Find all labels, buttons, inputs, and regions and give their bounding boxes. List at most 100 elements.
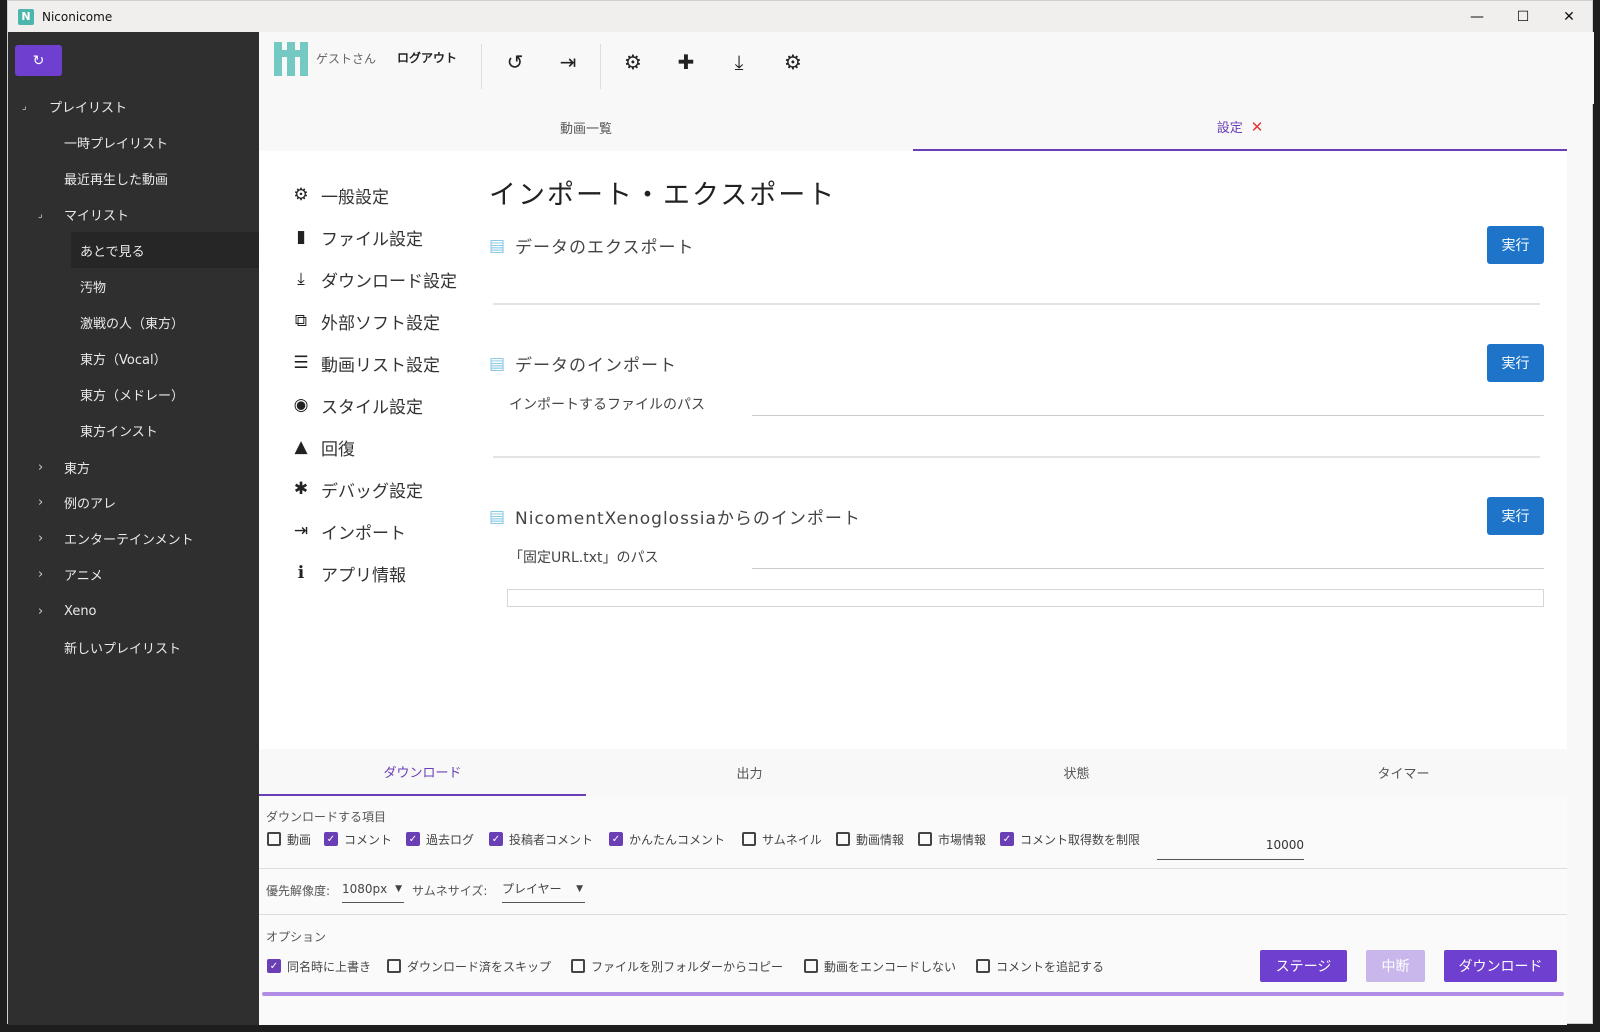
export-run-button[interactable]: 実行 bbox=[1487, 226, 1544, 264]
tree-item-playlist-root[interactable]: ⌟ プレイリスト bbox=[8, 88, 259, 124]
restart-icon[interactable]: ↺ bbox=[501, 48, 529, 76]
tree-item-touhou-medley[interactable]: 東方（メドレー） bbox=[8, 376, 259, 412]
checkbox-past-log[interactable]: ✓ 過去ログ bbox=[406, 831, 474, 847]
tree-item-label: 一時プレイリスト bbox=[64, 136, 169, 152]
download-button[interactable]: ダウンロード bbox=[1444, 950, 1557, 982]
file-import-icon: ▤ bbox=[489, 353, 507, 374]
file-export-icon: ▤ bbox=[489, 235, 507, 256]
import-path-input[interactable] bbox=[752, 415, 1544, 416]
checkbox-overwrite[interactable]: ✓ 同名時に上書き bbox=[267, 958, 371, 974]
checkbox-limit-comments[interactable]: ✓ コメント取得数を制限 bbox=[1000, 831, 1140, 847]
tree-item-anime[interactable]: › アニメ bbox=[8, 556, 259, 592]
checkbox-copy-from-folder[interactable]: ファイルを別フォルダーからコピー bbox=[571, 958, 783, 974]
tree-item-ofutsu[interactable]: 汚物 bbox=[8, 268, 259, 304]
tab-video-list[interactable]: 動画一覧 bbox=[259, 104, 913, 151]
tab-timer[interactable]: タイマー bbox=[1240, 749, 1567, 796]
tab-output[interactable]: 出力 bbox=[586, 749, 913, 796]
minimize-button[interactable]: — bbox=[1454, 1, 1500, 32]
export-icon[interactable]: ⇥ bbox=[554, 48, 582, 76]
checkbox-box bbox=[804, 959, 818, 973]
checkbox-box bbox=[918, 832, 932, 846]
stage-button[interactable]: ステージ bbox=[1260, 950, 1347, 982]
tree-item-entertainment[interactable]: › エンターテインメント bbox=[8, 520, 259, 556]
checkbox-video-info[interactable]: 動画情報 bbox=[836, 831, 904, 847]
checkbox-market-info[interactable]: 市場情報 bbox=[918, 831, 986, 847]
warning-icon: ▲ bbox=[294, 437, 308, 457]
tree-item-reinoare[interactable]: › 例のアレ bbox=[8, 484, 259, 520]
thumb-size-select[interactable]: プレイヤー ▼ bbox=[502, 875, 585, 903]
import-run-button[interactable]: 実行 bbox=[1487, 344, 1544, 382]
menu-debug-settings[interactable]: ✱ デバッグ設定 bbox=[291, 474, 423, 504]
checkbox-thumbnail[interactable]: サムネイル bbox=[742, 831, 822, 847]
tree-item-label: あとで見る bbox=[80, 244, 145, 260]
menu-recovery[interactable]: ▲ 回復 bbox=[291, 432, 355, 462]
puzzle-icon[interactable]: ✚ bbox=[672, 48, 700, 76]
tab-settings[interactable]: 設定 ✕ bbox=[913, 104, 1567, 151]
download-progress-bar bbox=[262, 992, 1564, 996]
checkbox-box: ✓ bbox=[324, 832, 338, 846]
resolution-select[interactable]: 1080px ▼ bbox=[342, 875, 404, 903]
menu-app-info[interactable]: ℹ アプリ情報 bbox=[291, 558, 406, 588]
thumb-size-label: サムネサイズ: bbox=[412, 884, 488, 898]
cancel-button[interactable]: 中断 bbox=[1366, 950, 1425, 982]
refresh-button[interactable]: ↻ bbox=[15, 45, 62, 76]
checkbox-easy-comment[interactable]: ✓ かんたんコメント bbox=[609, 831, 725, 847]
close-window-button[interactable]: ✕ bbox=[1546, 1, 1592, 32]
checkbox-video[interactable]: 動画 bbox=[267, 831, 311, 847]
menu-download-settings[interactable]: ⤓ ダウンロード設定 bbox=[291, 264, 457, 294]
checkbox-label: コメント bbox=[344, 832, 393, 847]
menu-import[interactable]: ⇥ インポート bbox=[291, 516, 406, 546]
expand-icon[interactable]: › bbox=[38, 495, 43, 510]
expand-icon[interactable]: › bbox=[38, 567, 43, 582]
checkbox-owner-comment[interactable]: ✓ 投稿者コメント bbox=[489, 831, 593, 847]
close-tab-icon[interactable]: ✕ bbox=[1251, 118, 1264, 136]
menu-style-settings[interactable]: ◉ スタイル設定 bbox=[291, 390, 423, 420]
tree-item-new-playlist[interactable]: 新しいプレイリスト bbox=[8, 629, 259, 665]
cogs-icon[interactable]: ⚙ bbox=[779, 48, 807, 76]
tab-download[interactable]: ダウンロード bbox=[259, 749, 586, 796]
tree-item-touhou-inst[interactable]: 東方インスト bbox=[8, 412, 259, 448]
tree-item-touhou[interactable]: › 東方 bbox=[8, 449, 259, 485]
download-icon[interactable]: ⤓ bbox=[725, 48, 753, 76]
refresh-icon: ↻ bbox=[32, 52, 45, 69]
tree-item-xeno[interactable]: › Xeno bbox=[8, 593, 259, 629]
maximize-button[interactable]: ☐ bbox=[1500, 1, 1546, 32]
window-title: Niconicome bbox=[42, 9, 113, 24]
tree-item-gekisen[interactable]: 激戦の人（東方） bbox=[8, 304, 259, 340]
menu-external-software[interactable]: ⧉ 外部ソフト設定 bbox=[291, 306, 440, 336]
export-section-title: ▤ データのエクスポート bbox=[489, 233, 695, 259]
xeno-run-button[interactable]: 実行 bbox=[1487, 497, 1544, 535]
menu-file-settings[interactable]: ▮ ファイル設定 bbox=[291, 222, 423, 252]
comment-limit-input[interactable]: 10000 bbox=[1157, 826, 1304, 860]
checkbox-no-encode[interactable]: 動画をエンコードしない bbox=[804, 958, 956, 974]
bug-icon: ✱ bbox=[293, 479, 309, 499]
collapse-icon[interactable]: ⌟ bbox=[22, 101, 27, 112]
xeno-section-title: ▤ NicomentXenoglossiaからのインポート bbox=[489, 504, 861, 530]
info-icon: ℹ bbox=[297, 563, 305, 583]
external-link-icon: ⧉ bbox=[294, 311, 308, 331]
tree-item-watch-later[interactable]: あとで見る bbox=[71, 232, 259, 268]
tab-status[interactable]: 状態 bbox=[913, 749, 1240, 796]
menu-label: 外部ソフト設定 bbox=[321, 313, 440, 334]
tree-item-temp-playlist[interactable]: 一時プレイリスト bbox=[8, 124, 259, 160]
checkbox-label: 過去ログ bbox=[426, 832, 475, 847]
checkbox-label: サムネイル bbox=[762, 832, 822, 847]
logout-link[interactable]: ログアウト bbox=[397, 49, 457, 66]
menu-general-settings[interactable]: ⚙ 一般設定 bbox=[291, 180, 389, 210]
menu-video-list-settings[interactable]: ☰ 動画リスト設定 bbox=[291, 348, 440, 378]
xeno-path-input[interactable] bbox=[752, 568, 1544, 569]
checkbox-comment[interactable]: ✓ コメント bbox=[324, 831, 392, 847]
checkbox-skip-downloaded[interactable]: ダウンロード済をスキップ bbox=[387, 958, 551, 974]
collapse-icon[interactable]: ⌟ bbox=[38, 209, 43, 220]
expand-icon[interactable]: › bbox=[38, 460, 43, 475]
tree-item-recent[interactable]: 最近再生した動画 bbox=[8, 160, 259, 196]
select-value: プレイヤー bbox=[502, 882, 562, 896]
settings-gear-icon[interactable]: ⚙ bbox=[619, 48, 647, 76]
checkbox-append-comment[interactable]: コメントを追記する bbox=[976, 958, 1104, 974]
expand-icon[interactable]: › bbox=[38, 604, 43, 619]
menu-label: アプリ情報 bbox=[321, 565, 406, 586]
settings-content: ⚙ 一般設定 ▮ ファイル設定 ⤓ ダウンロード設定 ⧉ 外部ソフト設定 ☰ 動… bbox=[259, 151, 1567, 749]
expand-icon[interactable]: › bbox=[38, 531, 43, 546]
tree-item-touhou-vocal[interactable]: 東方（Vocal） bbox=[8, 340, 259, 376]
tree-item-mylist[interactable]: ⌟ マイリスト bbox=[8, 196, 259, 232]
